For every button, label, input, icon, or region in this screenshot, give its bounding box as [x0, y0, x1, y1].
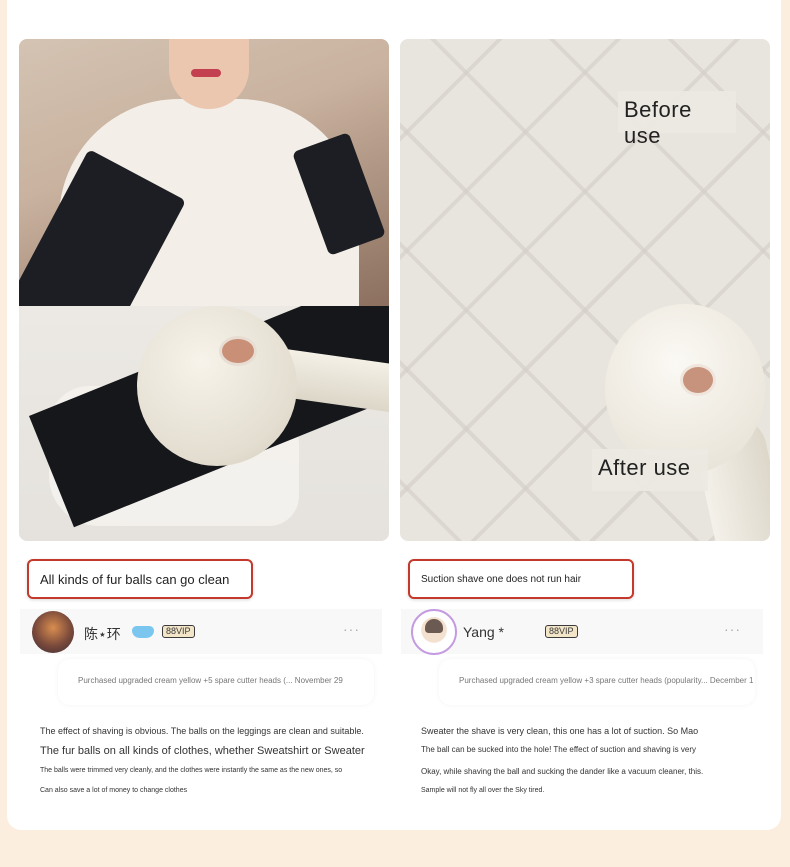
- more-options-icon[interactable]: ···: [724, 621, 741, 637]
- review-text-line: The effect of shaving is obvious. The ba…: [40, 726, 364, 736]
- purchase-info: Purchased upgraded cream yellow +5 spare…: [58, 659, 374, 705]
- review-text-line: The balls were trimmed very cleanly, and…: [40, 767, 343, 774]
- caption-left: All kinds of fur balls can go clean: [27, 559, 253, 599]
- review-header: 陈⋆环 88VIP ···: [20, 609, 382, 654]
- review-text-line: Can also save a lot of money to change c…: [40, 787, 188, 794]
- review-text-line: Sweater the shave is very clean, this on…: [421, 726, 699, 736]
- person-lips: [191, 69, 221, 77]
- vip-badge: 88VIP: [162, 625, 195, 638]
- review-text-line: The fur balls on all kinds of clothes, w…: [40, 745, 365, 757]
- review-text-line: Sample will not fly all over the Sky tir…: [421, 787, 545, 794]
- avatar[interactable]: [32, 611, 74, 653]
- vip-badge: 88VIP: [545, 625, 578, 638]
- username[interactable]: 陈⋆环: [84, 624, 121, 644]
- shaver-on-fabric-photo: [19, 306, 389, 541]
- review-text-line: The ball can be sucked into the hole! Th…: [421, 745, 696, 754]
- caption-right: Suction shave one does not run hair: [408, 559, 634, 599]
- review-card: Yang * 88VIP ··· Purchased upgraded crea…: [401, 609, 763, 809]
- username[interactable]: Yang *: [463, 624, 504, 640]
- diamond-badge-icon: [132, 626, 154, 638]
- review-card: 陈⋆环 88VIP ··· Purchased upgraded cream y…: [20, 609, 382, 809]
- more-options-icon[interactable]: ···: [343, 621, 360, 637]
- avatar[interactable]: [411, 609, 457, 655]
- shaver-dial: [680, 364, 716, 396]
- woman-holding-leggings-photo: [19, 39, 389, 306]
- shaver-head: [137, 306, 297, 466]
- after-use-label: After use: [592, 449, 708, 491]
- review-header: Yang * 88VIP ···: [401, 609, 763, 655]
- before-use-label: Before use: [618, 91, 736, 148]
- shaver-dial: [219, 336, 257, 366]
- caption-left-text: All kinds of fur balls can go clean: [40, 571, 230, 587]
- review-text-line: Okay, while shaving the ball and sucking…: [421, 767, 704, 776]
- caption-right-text: Suction shave one does not run hair: [421, 573, 582, 585]
- purchase-info: Purchased upgraded cream yellow +3 spare…: [439, 659, 755, 705]
